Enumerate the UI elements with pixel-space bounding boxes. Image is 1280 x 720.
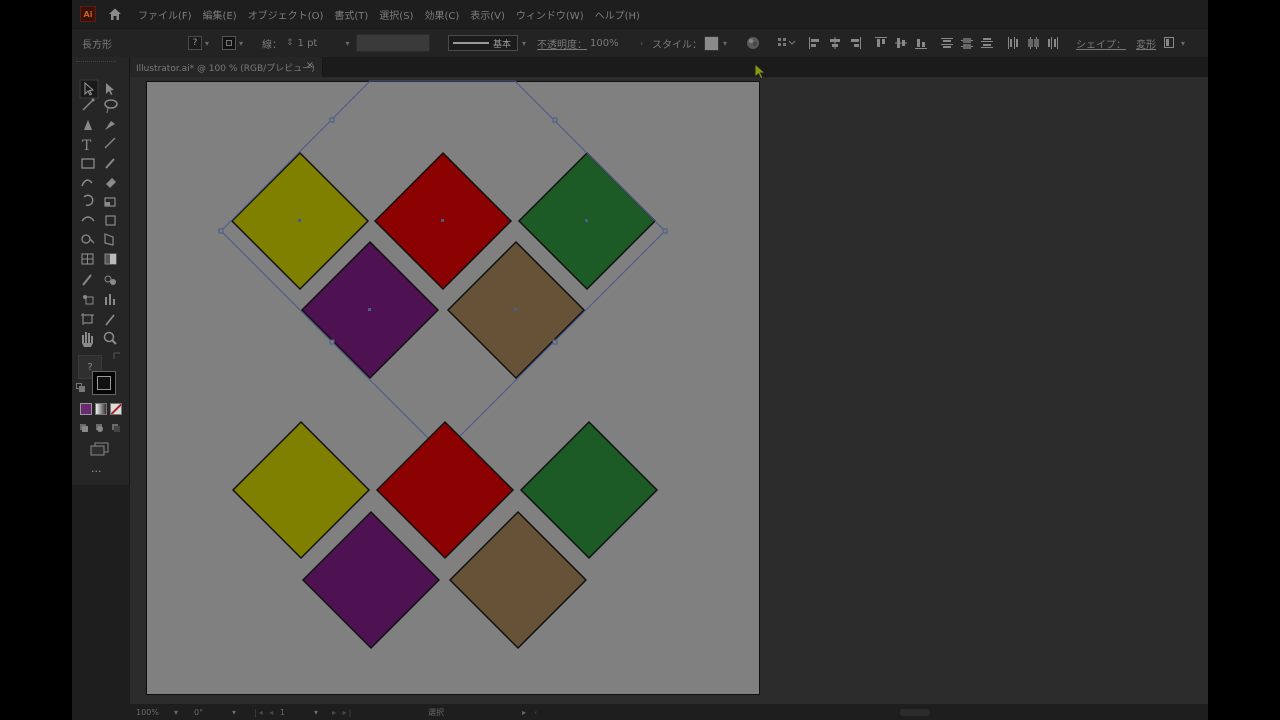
close-tab-icon[interactable]: × bbox=[306, 60, 314, 71]
style-label: スタイル： bbox=[652, 39, 702, 51]
artboard-number-field[interactable]: 1 ▾ bbox=[280, 704, 318, 720]
none-mode-button[interactable] bbox=[110, 403, 122, 415]
horizontal-scrollbar-thumb[interactable] bbox=[900, 704, 930, 720]
first-artboard-icon[interactable]: |◂ ◂ bbox=[254, 704, 275, 720]
tools-panel: T ? ... bbox=[72, 57, 130, 485]
opacity-field[interactable]: 100% › bbox=[590, 29, 643, 57]
menu-help[interactable]: ヘルプ(H) bbox=[595, 7, 640, 22]
graphic-style-swatch[interactable]: ▾ bbox=[704, 29, 727, 57]
chevron-down-icon: ▾ bbox=[723, 38, 728, 48]
align-bottom-icon[interactable] bbox=[914, 36, 928, 50]
distribute-top-icon[interactable] bbox=[940, 36, 954, 50]
svg-text:T: T bbox=[82, 138, 92, 154]
document-tab[interactable]: Illustrator.ai* @ 100 % (RGB/プレビュー) × bbox=[130, 57, 323, 77]
illustrator-logo-icon: Ai bbox=[80, 6, 96, 22]
drawing-modes-icon[interactable] bbox=[79, 422, 123, 434]
stroke-swatch[interactable]: ▾ bbox=[222, 29, 243, 57]
zoom-field[interactable]: 100% ▾ bbox=[136, 704, 178, 720]
transform-label[interactable]: 変形 bbox=[1136, 29, 1156, 57]
menu-edit[interactable]: 編集(E) bbox=[203, 7, 237, 22]
chevron-right-icon: › bbox=[640, 38, 644, 48]
artboard-number: 1 bbox=[280, 707, 286, 717]
menu-bar: Ai ファイル(F) 編集(E) オブジェクト(O) 書式(T) 選択(S) 効… bbox=[72, 0, 1208, 28]
zoom-value: 100% bbox=[136, 707, 159, 717]
chevron-down-icon: ▾ bbox=[1181, 38, 1186, 48]
color-mode-button[interactable] bbox=[80, 403, 92, 415]
stroke-weight-value: 1 pt bbox=[297, 37, 318, 49]
distribute-vertical-center-icon[interactable] bbox=[960, 36, 974, 50]
mouse-cursor-icon bbox=[754, 63, 767, 80]
brush-definition[interactable]: 基本 ▾ bbox=[448, 29, 526, 57]
fill-swatch[interactable]: ? ▾ bbox=[188, 29, 209, 57]
object-type-label: 長方形 bbox=[82, 39, 112, 51]
chevron-down-icon: ▾ bbox=[205, 38, 210, 48]
menu-select[interactable]: 選択(S) bbox=[379, 7, 413, 22]
diamond-group-selected[interactable] bbox=[218, 80, 668, 456]
rotation-field[interactable]: 0° ▾ bbox=[194, 704, 236, 720]
status-bar: 100% ▾ 0° ▾ |◂ ◂ 1 ▾ ▸ ▸| 選択 ▸ ‹ bbox=[130, 704, 1208, 720]
menu-file[interactable]: ファイル(F) bbox=[138, 7, 192, 22]
document-tab-title: Illustrator.ai* @ 100 % (RGB/プレビュー) bbox=[136, 63, 315, 74]
stroke-color-swatch[interactable] bbox=[92, 371, 116, 395]
gradient-mode-button[interactable] bbox=[95, 403, 107, 415]
stroke-weight-field[interactable]: ⇕ 1 pt ▾ bbox=[286, 29, 350, 57]
document-tab-strip: Illustrator.ai* @ 100 % (RGB/プレビュー) × bbox=[130, 57, 1208, 77]
current-tool-label: 選択 bbox=[428, 707, 444, 717]
artwork bbox=[218, 80, 668, 650]
menu-type[interactable]: 書式(T) bbox=[334, 7, 368, 22]
arrange-documents-icon[interactable]: ▾ bbox=[1164, 29, 1185, 57]
align-to-icon[interactable] bbox=[778, 29, 796, 57]
canvas-area[interactable] bbox=[130, 77, 1208, 704]
chevron-down-icon: ▾ bbox=[239, 38, 244, 48]
control-bar: 長方形 ? ▾ ▾ 線： ⇕ 1 pt ▾ 基本 ▾ 不透明度： 100% › … bbox=[72, 28, 1208, 58]
align-left-icon[interactable] bbox=[808, 36, 822, 50]
align-right-icon[interactable] bbox=[848, 36, 862, 50]
stepper-icon: ⇕ bbox=[286, 38, 294, 48]
shape-label[interactable]: シェイプ： bbox=[1076, 29, 1126, 57]
align-buttons bbox=[808, 29, 1060, 57]
variable-width-profile[interactable] bbox=[356, 29, 430, 57]
illustrator-window: Ai ファイル(F) 編集(E) オブジェクト(O) 書式(T) 選択(S) 効… bbox=[72, 0, 1208, 720]
status-menu-icon[interactable]: ▸ bbox=[522, 704, 526, 720]
edit-toolbar-button[interactable]: ... bbox=[91, 462, 102, 475]
swap-colors-icon[interactable] bbox=[112, 351, 122, 361]
stroke-label: 線： bbox=[262, 39, 282, 51]
menu-effect[interactable]: 効果(C) bbox=[424, 7, 459, 22]
align-horizontal-center-icon[interactable] bbox=[828, 36, 842, 50]
last-artboard-icon[interactable]: ▸ ▸| bbox=[332, 704, 353, 720]
brush-label: 基本 bbox=[493, 39, 512, 50]
menu-view[interactable]: 表示(V) bbox=[470, 7, 505, 22]
recolor-artwork-icon[interactable] bbox=[746, 29, 760, 57]
opacity-label[interactable]: 不透明度： bbox=[537, 29, 587, 57]
diamond-group[interactable] bbox=[231, 420, 659, 650]
default-colors-icon[interactable] bbox=[76, 383, 86, 393]
menu-object[interactable]: オブジェクト(O) bbox=[248, 7, 324, 22]
chevron-down-icon: ▾ bbox=[314, 707, 319, 717]
distribute-right-icon[interactable] bbox=[1046, 36, 1060, 50]
panel-grip[interactable] bbox=[76, 61, 116, 65]
tool-icons: T bbox=[79, 79, 118, 347]
chevron-down-icon: ▾ bbox=[522, 38, 527, 48]
distribute-bottom-icon[interactable] bbox=[980, 36, 994, 50]
chevron-down-icon: ▾ bbox=[345, 38, 350, 48]
menu-window[interactable]: ウィンドウ(W) bbox=[516, 7, 584, 22]
distribute-left-icon[interactable] bbox=[1006, 36, 1020, 50]
screen-mode-icon[interactable] bbox=[90, 442, 110, 456]
opacity-value: 100% bbox=[590, 37, 619, 49]
distribute-horizontal-center-icon[interactable] bbox=[1026, 36, 1040, 50]
chevron-down-icon: ▾ bbox=[232, 707, 237, 717]
scroll-left-icon[interactable]: ‹ bbox=[534, 704, 537, 720]
home-icon[interactable] bbox=[108, 7, 122, 21]
rotation-value: 0° bbox=[194, 707, 204, 717]
align-vertical-center-icon[interactable] bbox=[894, 36, 908, 50]
align-top-icon[interactable] bbox=[874, 36, 888, 50]
chevron-down-icon: ▾ bbox=[174, 707, 179, 717]
